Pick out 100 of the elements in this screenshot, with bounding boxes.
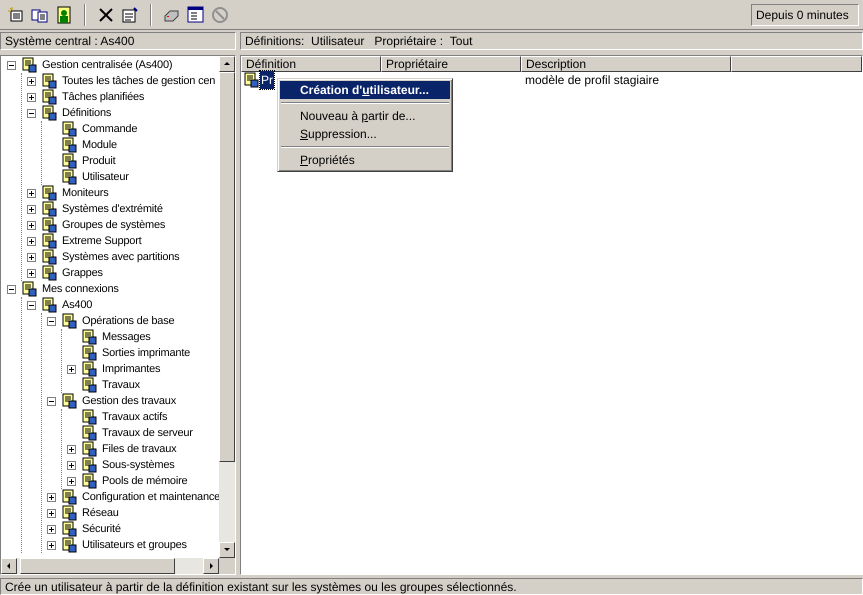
tree-item[interactable]: As400 <box>61 296 94 314</box>
arrow-right-icon <box>207 562 215 570</box>
expand-toggle[interactable] <box>27 76 36 86</box>
node-icon <box>61 313 77 329</box>
scrollbar-corner <box>219 558 235 574</box>
menu-item[interactable]: Création d'utilisateur... <box>280 81 450 99</box>
tree-item[interactable]: Commande <box>81 120 138 138</box>
status-bar: Crée un utilisateur à partir de la définition existant sur les systèmes ou les groupes sélectionnés. <box>0 578 863 595</box>
arrow-down-icon <box>223 546 231 554</box>
tree-item[interactable]: Extreme Support <box>61 232 143 250</box>
column-header[interactable]: Définition <box>241 56 381 72</box>
column-header[interactable]: Propriétaire <box>381 56 521 72</box>
expand-toggle[interactable] <box>47 508 56 518</box>
expand-toggle[interactable] <box>27 204 36 214</box>
table-cell[interactable]: Pr <box>260 71 274 89</box>
tree-item[interactable]: Pools de mémoire <box>101 472 188 490</box>
node-icon <box>61 153 77 169</box>
tree-item[interactable]: Opérations de base <box>81 312 176 330</box>
tree-item[interactable]: Systèmes d'extrémité <box>61 200 164 218</box>
tree-item[interactable]: Gestion centralisée (As400) <box>41 56 174 74</box>
tree-item[interactable]: Groupes de systèmes <box>61 216 166 234</box>
node-icon <box>61 169 77 185</box>
node-icon <box>41 105 57 121</box>
node-icon <box>41 265 57 281</box>
tree-item[interactable]: Files de travaux <box>101 440 178 458</box>
tree-item[interactable]: Sécurité <box>81 520 122 538</box>
tree-item[interactable]: Toutes les tâches de gestion cen <box>61 72 216 90</box>
tree-item[interactable]: Sous-systèmes <box>101 456 176 474</box>
tree-item[interactable]: Moniteurs <box>61 184 110 202</box>
node-icon <box>81 409 97 425</box>
collapse-toggle[interactable] <box>47 316 56 326</box>
tree-item[interactable]: Mes connexions <box>41 280 120 298</box>
tree-item[interactable]: Utilisateurs et groupes <box>81 536 188 554</box>
node-icon <box>81 441 97 457</box>
node-icon <box>41 297 57 313</box>
column-header[interactable] <box>731 56 862 72</box>
node-icon <box>41 185 57 201</box>
menu-item[interactable]: Nouveau à partir de... <box>280 107 450 125</box>
node-icon <box>41 201 57 217</box>
column-header[interactable]: Description <box>521 56 731 72</box>
pane-header: Système central : As400 <box>0 32 236 50</box>
node-icon <box>21 57 37 73</box>
node-icon <box>41 249 57 265</box>
expand-toggle[interactable] <box>47 524 56 534</box>
tree-item[interactable]: Module <box>81 136 118 154</box>
collapse-toggle[interactable] <box>47 396 56 406</box>
node-icon <box>61 137 77 153</box>
expand-toggle[interactable] <box>47 492 56 502</box>
tree-item[interactable]: Messages <box>101 328 152 346</box>
expand-toggle[interactable] <box>67 476 76 486</box>
tree-item[interactable]: Tâches planifiées <box>61 88 146 106</box>
filter-text: Définitions: Utilisateur <box>245 33 364 50</box>
expand-toggle[interactable] <box>27 220 36 230</box>
collapse-toggle[interactable] <box>27 300 36 310</box>
tree-item[interactable]: Utilisateur <box>81 168 130 186</box>
expand-toggle[interactable] <box>27 188 36 198</box>
node-icon <box>61 521 77 537</box>
node-icon <box>81 345 97 361</box>
node-icon <box>81 425 97 441</box>
collapse-toggle[interactable] <box>27 108 36 118</box>
scroll-thumb[interactable] <box>20 558 175 574</box>
tree-item[interactable]: Sorties imprimante <box>101 344 192 362</box>
expand-toggle[interactable] <box>27 268 36 278</box>
expand-toggle[interactable] <box>67 364 76 374</box>
node-icon <box>81 377 97 393</box>
tree-item[interactable]: Systèmes avec partitions <box>61 248 180 266</box>
node-icon <box>61 537 77 553</box>
elapsed-time-field: Depuis 0 minutes <box>751 4 859 26</box>
tree-item[interactable]: Travaux <box>101 376 141 394</box>
tree-item[interactable]: Gestion des travaux <box>81 392 178 410</box>
tree-item[interactable]: Travaux de serveur <box>101 424 194 442</box>
menu-item[interactable]: Suppression... <box>280 125 450 143</box>
scroll-thumb[interactable] <box>219 72 235 462</box>
expand-toggle[interactable] <box>27 92 36 102</box>
menu-item[interactable]: Propriétés <box>280 151 450 169</box>
arrow-up-icon <box>223 60 231 68</box>
expand-toggle[interactable] <box>47 540 56 550</box>
tree-item[interactable]: Grappes <box>61 264 104 282</box>
expand-toggle[interactable] <box>27 252 36 262</box>
tree-item[interactable]: Produit <box>81 152 116 170</box>
node-icon <box>81 361 97 377</box>
collapse-toggle[interactable] <box>7 60 16 70</box>
node-icon <box>41 89 57 105</box>
node-icon <box>61 489 77 505</box>
node-icon <box>41 73 57 89</box>
tree-item[interactable]: Réseau <box>81 504 120 522</box>
node-icon <box>81 473 97 489</box>
expand-toggle[interactable] <box>67 444 76 454</box>
horizontal-scrollbar[interactable] <box>1 558 235 574</box>
tree-item[interactable]: Imprimantes <box>101 360 162 378</box>
vertical-scrollbar[interactable] <box>219 56 235 558</box>
arrow-left-icon <box>5 562 13 570</box>
collapse-toggle[interactable] <box>7 284 16 294</box>
node-icon <box>61 393 77 409</box>
tree-item[interactable]: Travaux actifs <box>101 408 168 426</box>
node-icon <box>21 281 37 297</box>
tree-item[interactable]: Définitions <box>61 104 112 122</box>
node-icon <box>81 457 97 473</box>
expand-toggle[interactable] <box>27 236 36 246</box>
expand-toggle[interactable] <box>67 460 76 470</box>
